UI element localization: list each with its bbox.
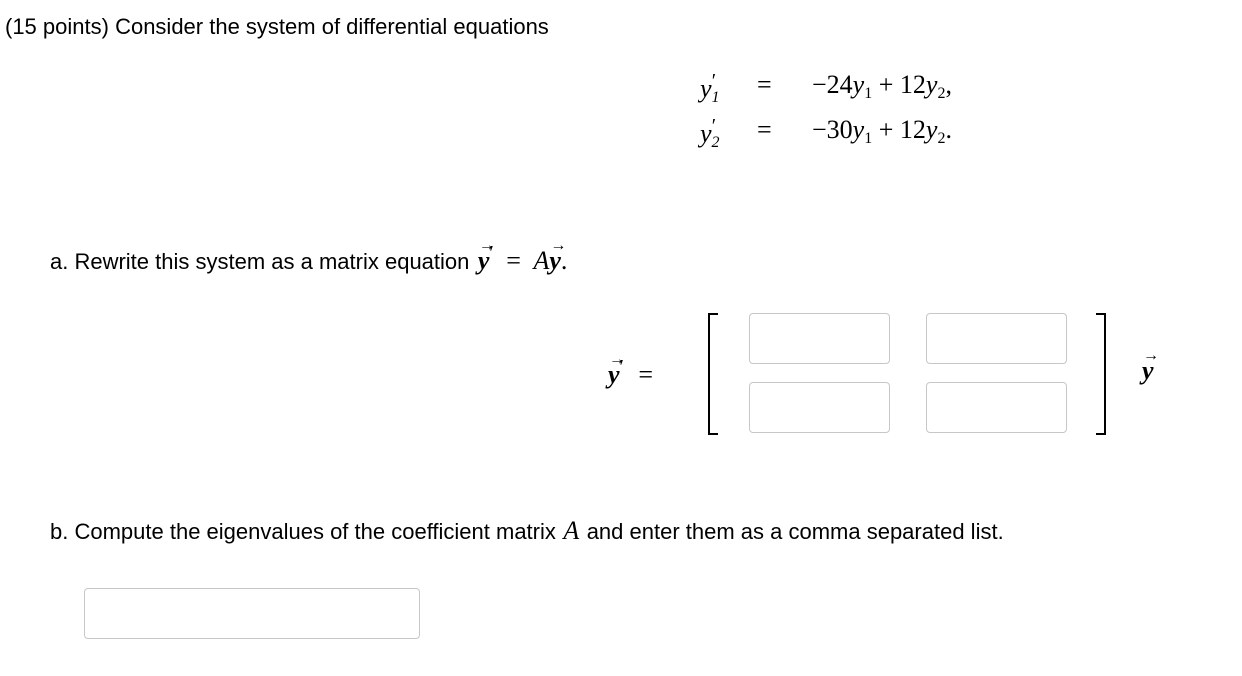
matrix-equation: → y′ = A → y. bbox=[477, 237, 568, 276]
problem-header: (15 points) Consider the system of diffe… bbox=[5, 14, 549, 40]
part-b-matrix-var: A bbox=[563, 516, 580, 545]
matrix-eq-rhs-vector: → y bbox=[1142, 347, 1159, 386]
y-vector: → y bbox=[477, 237, 495, 276]
eq1-lhs: y1′ bbox=[700, 70, 720, 106]
equation-1: y1′ bbox=[700, 70, 720, 107]
matrix-eq-lhs: → y′ = bbox=[608, 351, 654, 390]
part-a-label: a. Rewrite this system as a matrix equat… bbox=[50, 249, 470, 274]
problem-intro: Consider the system of differential equa… bbox=[115, 14, 549, 39]
eq1-rhs: −24y1 + 12y2, bbox=[812, 70, 952, 102]
matrix-input-a12[interactable] bbox=[926, 313, 1067, 364]
matrix-left-bracket bbox=[708, 313, 718, 435]
y-vector: → y bbox=[549, 237, 567, 276]
matrix-input-a21[interactable] bbox=[749, 382, 890, 433]
part-b-label-after: and enter them as a comma separated list… bbox=[586, 519, 1004, 544]
y-vector: → y bbox=[608, 351, 625, 390]
eq2-lhs: y2′ bbox=[700, 115, 720, 151]
vector-arrow-icon: → bbox=[478, 237, 495, 254]
matrix-input-a22[interactable] bbox=[926, 382, 1067, 433]
eq2-rhs: −30y1 + 12y2. bbox=[812, 115, 952, 147]
eq2-equals: = bbox=[757, 115, 772, 144]
vector-arrow-icon: → bbox=[1143, 347, 1159, 364]
part-b-prompt: b. Compute the eigenvalues of the coeffi… bbox=[50, 516, 1004, 546]
matrix-right-bracket bbox=[1096, 313, 1106, 435]
equation-2: y2′ bbox=[700, 115, 720, 152]
y-vector: → y bbox=[1142, 347, 1159, 386]
vector-arrow-icon: → bbox=[609, 351, 625, 368]
part-a-prompt: a. Rewrite this system as a matrix equat… bbox=[50, 237, 568, 276]
eq1-equals: = bbox=[757, 70, 772, 99]
points-label: (15 points) bbox=[5, 14, 109, 39]
eigenvalues-input[interactable] bbox=[84, 588, 420, 639]
part-b-label-before: b. Compute the eigenvalues of the coeffi… bbox=[50, 519, 556, 544]
matrix-input-a11[interactable] bbox=[749, 313, 890, 364]
vector-arrow-icon: → bbox=[550, 237, 567, 254]
